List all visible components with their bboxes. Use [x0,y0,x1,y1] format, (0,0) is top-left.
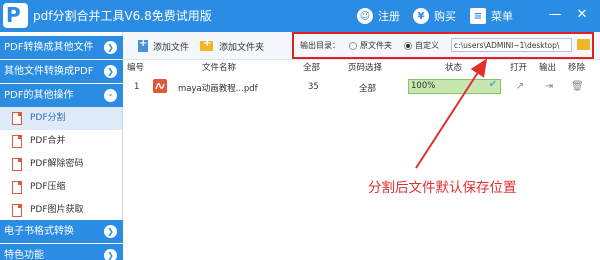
annotation-text: 分割后文件默认保存位置 [368,180,517,196]
annotation-arrow [415,58,488,169]
